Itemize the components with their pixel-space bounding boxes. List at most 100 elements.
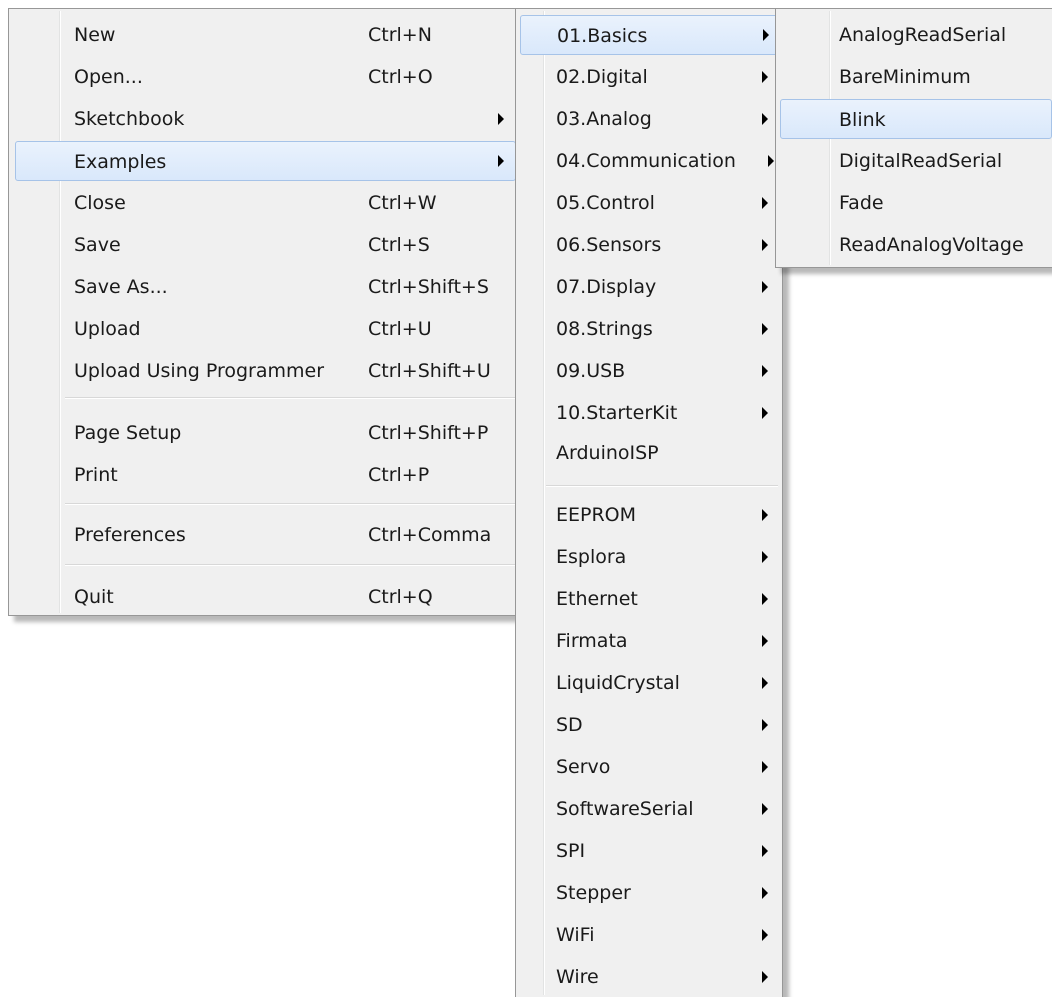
- menu-item-label: 03.Analog: [556, 108, 652, 130]
- submenu-arrow-icon: [762, 845, 768, 857]
- menu-item-label: LiquidCrystal: [556, 672, 680, 694]
- menu-item-upload-using-programmer[interactable]: Upload Using Programmer Ctrl+Shift+U: [9, 351, 519, 391]
- submenu-arrow-icon: [762, 323, 768, 335]
- menu-item-servo[interactable]: Servo: [516, 747, 782, 787]
- menu-separator: [65, 564, 515, 566]
- menu-item-04-communication[interactable]: 04.Communication: [516, 141, 782, 181]
- menu-item-label: Save As...: [74, 276, 168, 298]
- menu-item-label: Upload: [74, 318, 141, 340]
- menu-item-label: Stepper: [556, 882, 631, 904]
- menu-item-new[interactable]: New Ctrl+N: [9, 15, 519, 55]
- menu-item-label: 10.StarterKit: [556, 402, 678, 424]
- menu-item-sketchbook[interactable]: Sketchbook: [9, 99, 519, 139]
- menu-item-eeprom[interactable]: EEPROM: [516, 495, 782, 535]
- menu-item-label: 08.Strings: [556, 318, 653, 340]
- menu-item-esplora[interactable]: Esplora: [516, 537, 782, 577]
- menu-item-examples[interactable]: Examples: [15, 141, 516, 181]
- menu-item-softwareserial[interactable]: SoftwareSerial: [516, 789, 782, 829]
- menu-separator: [65, 397, 515, 399]
- menu-item-print[interactable]: Print Ctrl+P: [9, 455, 519, 495]
- menu-item-08-strings[interactable]: 08.Strings: [516, 309, 782, 349]
- menu-item-fade[interactable]: Fade: [776, 183, 1052, 223]
- menu-item-label: Servo: [556, 756, 611, 778]
- menu-item-label: 06.Sensors: [556, 234, 662, 256]
- menu-item-label: Preferences: [74, 524, 186, 546]
- menu-item-save-as[interactable]: Save As... Ctrl+Shift+S: [9, 267, 519, 307]
- submenu-arrow-icon: [762, 71, 768, 83]
- submenu-arrow-icon: [768, 155, 774, 167]
- examples-submenu: 01.Basics 02.Digital 03.Analog 04.Commun…: [515, 8, 783, 997]
- menu-item-wire[interactable]: Wire: [516, 957, 782, 997]
- shortcut-text: Ctrl+W: [368, 192, 437, 214]
- menu-item-03-analog[interactable]: 03.Analog: [516, 99, 782, 139]
- shortcut-text: Ctrl+Comma: [368, 524, 492, 546]
- menu-item-label: Save: [74, 234, 121, 256]
- menu-item-label: 02.Digital: [556, 66, 648, 88]
- menu-item-label: AnalogReadSerial: [839, 24, 1007, 46]
- submenu-arrow-icon: [762, 803, 768, 815]
- file-menu: New Ctrl+N Open... Ctrl+O Sketchbook Exa…: [8, 8, 520, 616]
- submenu-arrow-icon: [762, 677, 768, 689]
- menu-item-page-setup[interactable]: Page Setup Ctrl+Shift+P: [9, 413, 519, 453]
- menu-item-06-sensors[interactable]: 06.Sensors: [516, 225, 782, 265]
- shortcut-text: Ctrl+S: [368, 234, 430, 256]
- menu-item-digitalreadserial[interactable]: DigitalReadSerial: [776, 141, 1052, 181]
- menu-item-stepper[interactable]: Stepper: [516, 873, 782, 913]
- menu-item-preferences[interactable]: Preferences Ctrl+Comma: [9, 515, 519, 555]
- menu-item-firmata[interactable]: Firmata: [516, 621, 782, 661]
- menu-separator: [65, 503, 515, 505]
- shortcut-text: Ctrl+N: [368, 24, 432, 46]
- menu-item-01-basics[interactable]: 01.Basics: [520, 15, 778, 55]
- shortcut-text: Ctrl+Shift+P: [368, 422, 489, 444]
- menu-item-save[interactable]: Save Ctrl+S: [9, 225, 519, 265]
- menu-item-label: Wire: [556, 966, 599, 988]
- submenu-arrow-icon: [762, 761, 768, 773]
- menu-item-spi[interactable]: SPI: [516, 831, 782, 871]
- menu-item-analogreadserial[interactable]: AnalogReadSerial: [776, 15, 1052, 55]
- menu-separator: [546, 485, 778, 487]
- menu-item-label: SoftwareSerial: [556, 798, 694, 820]
- menu-item-label: 04.Communication: [556, 150, 736, 172]
- menu-item-readanalogvoltage[interactable]: ReadAnalogVoltage: [776, 225, 1052, 265]
- menu-item-ethernet[interactable]: Ethernet: [516, 579, 782, 619]
- submenu-arrow-icon: [762, 887, 768, 899]
- submenu-arrow-icon: [498, 113, 504, 125]
- menu-item-upload[interactable]: Upload Ctrl+U: [9, 309, 519, 349]
- menu-item-sd[interactable]: SD: [516, 705, 782, 745]
- menu-item-blink[interactable]: Blink: [780, 99, 1052, 139]
- menu-item-wifi[interactable]: WiFi: [516, 915, 782, 955]
- menu-item-10-starterkit[interactable]: 10.StarterKit: [516, 393, 782, 433]
- menu-item-bareminimum[interactable]: BareMinimum: [776, 57, 1052, 97]
- menu-item-arduinoisp[interactable]: ArduinoISP: [516, 433, 782, 473]
- menu-item-label: Ethernet: [556, 588, 638, 610]
- menu-item-label: EEPROM: [556, 504, 637, 526]
- submenu-arrow-icon: [762, 719, 768, 731]
- menu-item-label: SD: [556, 714, 583, 736]
- submenu-arrow-icon: [498, 155, 504, 167]
- menu-item-label: Upload Using Programmer: [74, 360, 325, 382]
- shortcut-text: Ctrl+Shift+S: [368, 276, 489, 298]
- menu-item-label: Close: [74, 192, 126, 214]
- menu-item-label: 09.USB: [556, 360, 626, 382]
- menu-item-quit[interactable]: Quit Ctrl+Q: [9, 577, 519, 617]
- menu-item-07-display[interactable]: 07.Display: [516, 267, 782, 307]
- menu-item-label: Firmata: [556, 630, 628, 652]
- menu-item-02-digital[interactable]: 02.Digital: [516, 57, 782, 97]
- submenu-arrow-icon: [762, 197, 768, 209]
- menu-item-05-control[interactable]: 05.Control: [516, 183, 782, 223]
- menu-item-label: BareMinimum: [839, 66, 971, 88]
- menu-item-label: ArduinoISP: [556, 442, 659, 464]
- shortcut-text: Ctrl+U: [368, 318, 432, 340]
- submenu-arrow-icon: [762, 929, 768, 941]
- menu-item-label: 05.Control: [556, 192, 655, 214]
- submenu-arrow-icon: [762, 113, 768, 125]
- shortcut-text: Ctrl+Q: [368, 586, 433, 608]
- menu-item-open[interactable]: Open... Ctrl+O: [9, 57, 519, 97]
- menu-item-close[interactable]: Close Ctrl+W: [9, 183, 519, 223]
- menu-item-liquidcrystal[interactable]: LiquidCrystal: [516, 663, 782, 703]
- menu-item-09-usb[interactable]: 09.USB: [516, 351, 782, 391]
- submenu-arrow-icon: [762, 635, 768, 647]
- submenu-arrow-icon: [762, 239, 768, 251]
- submenu-arrow-icon: [762, 365, 768, 377]
- menu-item-label: DigitalReadSerial: [839, 150, 1003, 172]
